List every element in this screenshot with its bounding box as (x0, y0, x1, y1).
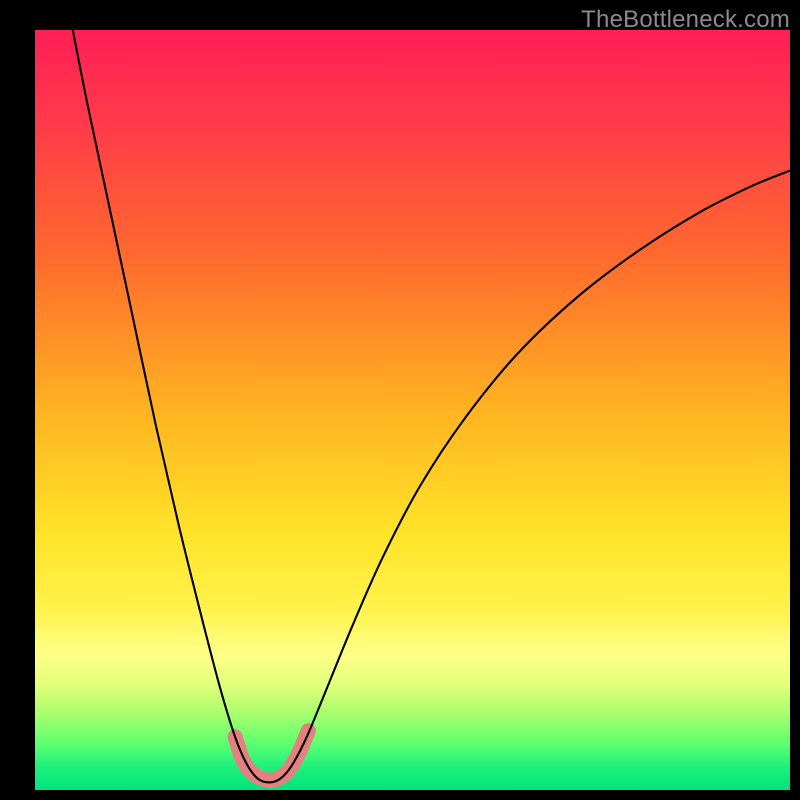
plot-area (35, 30, 790, 790)
chart-frame: TheBottleneck.com (0, 0, 800, 800)
bottleneck-curve-path (73, 30, 790, 782)
watermark-text: TheBottleneck.com (581, 6, 790, 34)
curve-layer (35, 30, 790, 790)
